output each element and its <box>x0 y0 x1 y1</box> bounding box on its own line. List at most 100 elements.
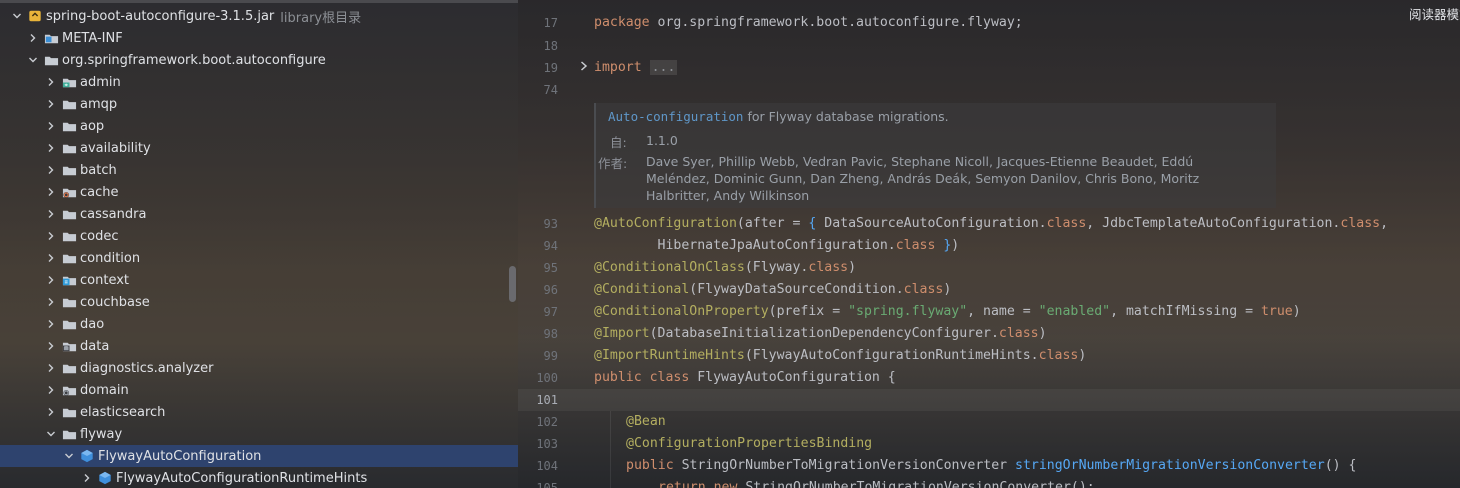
tree-row-meta-inf[interactable]: META-INF <box>0 27 518 49</box>
line-number: 101 <box>536 393 558 407</box>
chevron-down-icon[interactable] <box>25 52 41 68</box>
tree-row-availability[interactable]: availability <box>0 137 518 159</box>
line-number: 94 <box>543 239 558 253</box>
package-folder-icon <box>61 294 77 310</box>
tree-label: FlywayAutoConfigurationRuntimeHints <box>116 470 368 486</box>
tree-row-flyway-auto-configuration[interactable]: FlywayAutoConfiguration <box>0 445 518 467</box>
chevron-right-icon[interactable] <box>43 272 59 288</box>
package-folder-icon <box>61 96 77 112</box>
chevron-down-icon[interactable] <box>9 8 25 24</box>
tree-label: context <box>80 272 129 288</box>
tree-row-elasticsearch[interactable]: elasticsearch <box>0 401 518 423</box>
tree-row-context[interactable]: context <box>0 269 518 291</box>
package-folder-icon <box>61 184 77 200</box>
chevron-right-icon[interactable] <box>43 96 59 112</box>
package-folder-icon <box>61 272 77 288</box>
tree-row-data[interactable]: data <box>0 335 518 357</box>
code-line-99: @ImportRuntimeHints(FlywayAutoConfigurat… <box>594 348 1087 363</box>
tree-label: codec <box>80 228 119 244</box>
line-number-gutter: 17 18 19 74 93 94 95 96 97 98 99 100 101… <box>518 0 566 488</box>
package-folder-icon <box>61 74 77 90</box>
code-line-19: import ... <box>594 60 678 75</box>
tree-row-codec[interactable]: codec <box>0 225 518 247</box>
doc-since-label: 自: <box>610 135 627 150</box>
chevron-right-icon[interactable] <box>43 228 59 244</box>
tree-label: flyway <box>80 426 123 442</box>
doc-link[interactable]: Auto-configuration <box>608 109 743 124</box>
tree-row-flyway-runtime-hints[interactable]: FlywayAutoConfigurationRuntimeHints <box>0 467 518 488</box>
chevron-right-icon[interactable] <box>43 360 59 376</box>
line-number: 17 <box>543 16 558 30</box>
tree-row-cassandra[interactable]: cassandra <box>0 203 518 225</box>
package-folder-icon <box>61 382 77 398</box>
tree-row-amqp[interactable]: amqp <box>0 93 518 115</box>
chevron-right-icon[interactable] <box>43 206 59 222</box>
chevron-down-icon[interactable] <box>43 426 59 442</box>
code-line-104: public StringOrNumberToMigrationVersionC… <box>626 458 1357 473</box>
code-line-97: @ConditionalOnProperty(prefix = "spring.… <box>594 304 1301 319</box>
tree-label: condition <box>80 250 141 266</box>
tree-row-admin[interactable]: admin <box>0 71 518 93</box>
tree-label: cassandra <box>80 206 147 222</box>
tree-top-strip <box>0 0 518 3</box>
tree-row-diagnostics-analyzer[interactable]: diagnostics.analyzer <box>0 357 518 379</box>
reader-mode-toggle[interactable]: 阅读器模式 <box>1409 4 1460 23</box>
code-line-96: @Conditional(FlywayDataSourceCondition.c… <box>594 282 952 297</box>
chevron-right-icon[interactable] <box>43 140 59 156</box>
chevron-right-icon[interactable] <box>43 382 59 398</box>
code-editor[interactable]: 17 18 19 74 93 94 95 96 97 98 99 100 101… <box>518 0 1460 488</box>
tree-label: elasticsearch <box>80 404 166 420</box>
line-number: 102 <box>536 415 558 429</box>
doc-authors-label: 作者: <box>598 156 628 171</box>
tree-row-batch[interactable]: batch <box>0 159 518 181</box>
tree-label: diagnostics.analyzer <box>80 360 214 376</box>
doc-since-value: 1.1.0 <box>646 133 678 148</box>
chevron-down-icon[interactable] <box>61 448 77 464</box>
tree-label: data <box>80 338 110 354</box>
chevron-right-icon[interactable] <box>43 162 59 178</box>
resource-folder-icon <box>43 30 59 46</box>
tree-row-dao[interactable]: dao <box>0 313 518 335</box>
fold-expand-icon[interactable] <box>578 60 590 72</box>
chevron-right-icon[interactable] <box>43 316 59 332</box>
package-folder-icon <box>61 404 77 420</box>
code-line-95: @ConditionalOnClass(Flyway.class) <box>594 260 857 275</box>
chevron-right-icon[interactable] <box>79 470 95 486</box>
package-folder-icon <box>61 360 77 376</box>
line-number: 103 <box>536 437 558 451</box>
tree-row-package-root[interactable]: org.springframework.boot.autoconfigure <box>0 49 518 71</box>
tree-row-domain[interactable]: domain <box>0 379 518 401</box>
chevron-right-icon[interactable] <box>43 338 59 354</box>
chevron-right-icon[interactable] <box>43 184 59 200</box>
tree-row-cache[interactable]: cache <box>0 181 518 203</box>
tree-row-jar[interactable]: spring-boot-autoconfigure-3.1.5.jar libr… <box>0 5 515 27</box>
folded-imports[interactable]: ... <box>649 60 678 75</box>
package-folder-icon <box>61 228 77 244</box>
tree-scrollbar[interactable] <box>509 266 516 302</box>
package-folder-icon <box>61 206 77 222</box>
chevron-right-icon[interactable] <box>43 250 59 266</box>
line-number: 100 <box>536 371 558 385</box>
chevron-right-icon[interactable] <box>43 74 59 90</box>
tree-row-condition[interactable]: condition <box>0 247 518 269</box>
code-line-105: return new StringOrNumberToMigrationVers… <box>658 480 1095 488</box>
code-line-103: @ConfigurationPropertiesBinding <box>626 436 873 451</box>
code-line-93: @AutoConfiguration(after = { DataSourceA… <box>594 216 1389 231</box>
chevron-right-icon[interactable] <box>43 404 59 420</box>
chevron-right-icon[interactable] <box>43 118 59 134</box>
tree-row-couchbase[interactable]: couchbase <box>0 291 518 313</box>
tree-row-aop[interactable]: aop <box>0 115 518 137</box>
chevron-right-icon[interactable] <box>43 294 59 310</box>
code-line-102: @Bean <box>626 414 666 429</box>
package-folder-icon <box>61 338 77 354</box>
jar-icon <box>27 8 43 24</box>
doc-authors-value: Dave Syer, Phillip Webb, Vedran Pavic, S… <box>646 154 1200 203</box>
tree-row-flyway[interactable]: flyway <box>0 423 518 445</box>
line-number: 98 <box>543 327 558 341</box>
chevron-right-icon[interactable] <box>25 30 41 46</box>
tree-label: META-INF <box>62 30 123 46</box>
package-folder-icon <box>61 140 77 156</box>
package-folder-icon <box>61 250 77 266</box>
tree-label: amqp <box>80 96 118 112</box>
class-file-icon <box>97 470 113 486</box>
